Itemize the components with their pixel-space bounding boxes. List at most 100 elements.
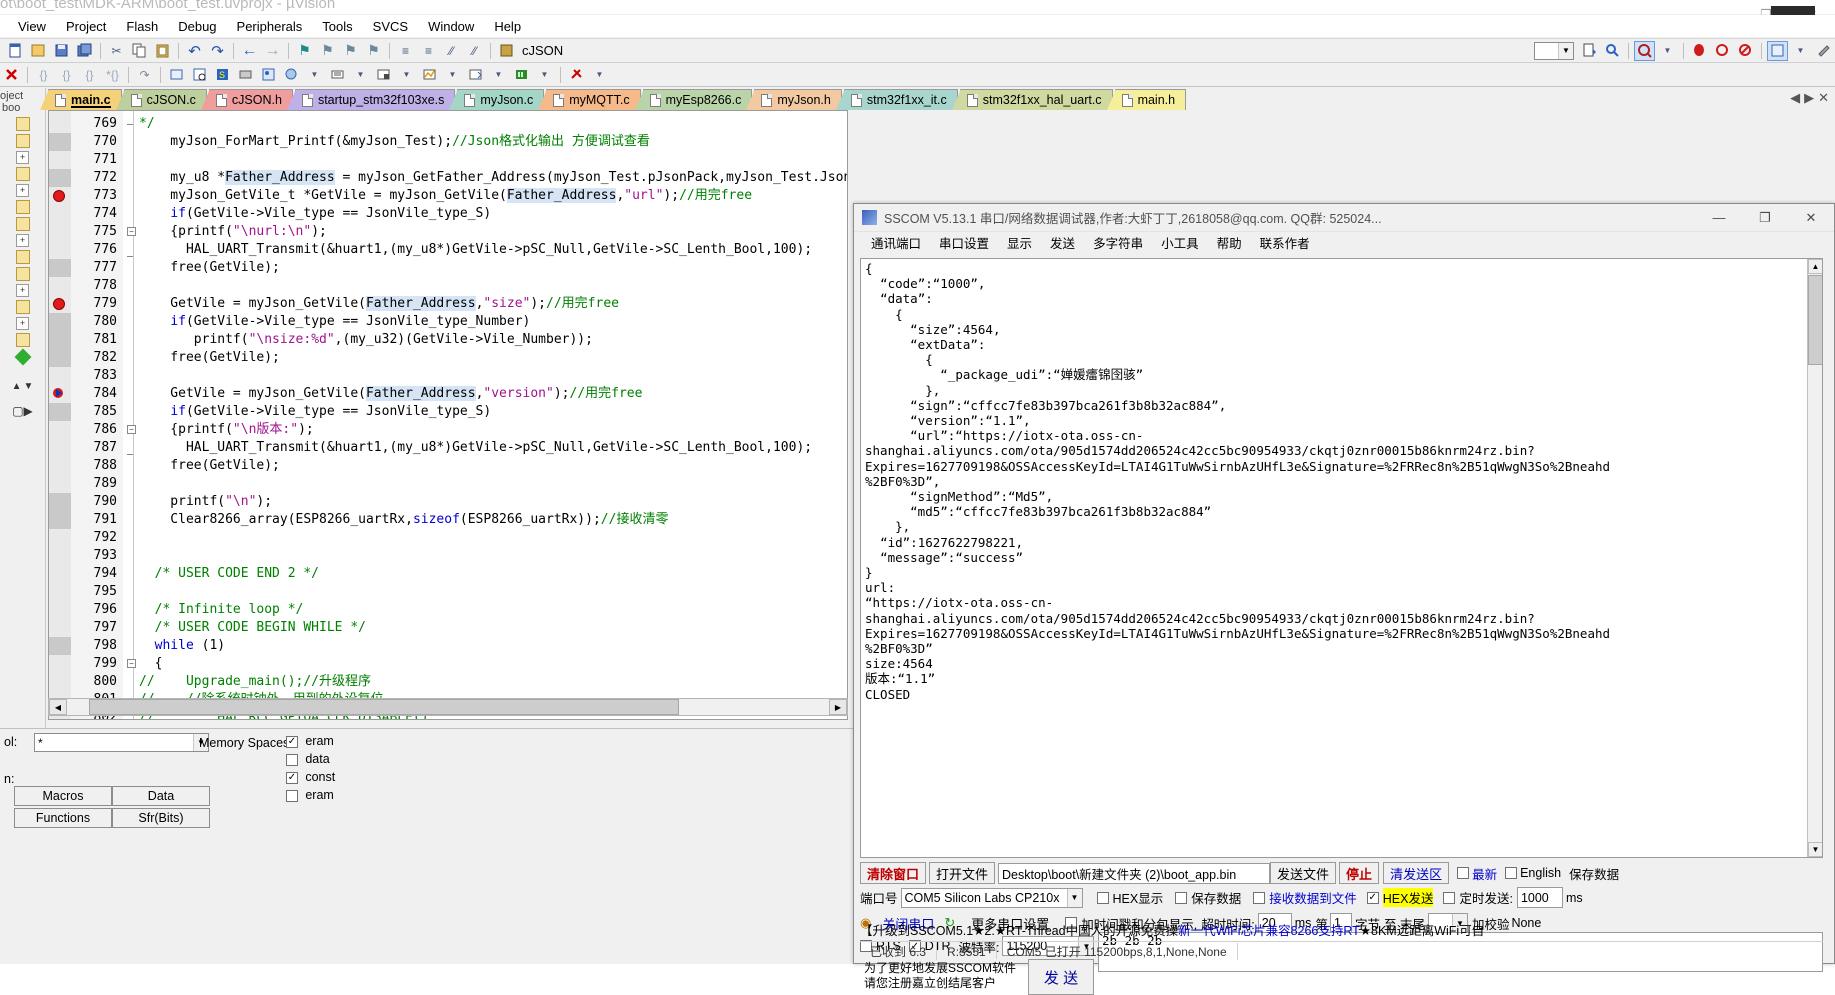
checkbox-icon-timed-send[interactable] bbox=[1443, 891, 1456, 904]
folder-icon[interactable] bbox=[15, 250, 30, 264]
open-file-button[interactable]: 打开文件 bbox=[929, 862, 996, 884]
menu-flash[interactable]: Flash bbox=[116, 17, 168, 36]
comment-lines-icon[interactable]: ⁄⁄ bbox=[441, 41, 462, 61]
editor-tab-myjson-c[interactable]: myJson.c bbox=[449, 89, 545, 110]
expand-icon[interactable]: + bbox=[16, 151, 29, 164]
tab-scroll-right-icon[interactable]: ▶ bbox=[1804, 90, 1814, 106]
memory-dropdown-icon[interactable]: ▼ bbox=[350, 65, 371, 85]
target-options-icon[interactable] bbox=[1579, 41, 1600, 61]
code-text-area[interactable]: */ myJson_ForMart_Printf(&myJson_Test);/… bbox=[123, 111, 847, 719]
configure-icon[interactable] bbox=[1813, 41, 1834, 61]
timed-send-input[interactable]: 1000 bbox=[1516, 887, 1563, 908]
uncomment-lines-icon[interactable]: ⁄⁄ bbox=[464, 41, 485, 61]
checkbox-icon[interactable]: ✓ bbox=[286, 735, 298, 748]
trace-dropdown-icon[interactable]: ▼ bbox=[488, 65, 509, 85]
sscom-menu-contact-author[interactable]: 联系作者 bbox=[1251, 233, 1319, 252]
scrollbar-thumb[interactable] bbox=[1808, 275, 1822, 365]
send-file-button[interactable]: 发送文件 bbox=[1270, 862, 1337, 884]
save-icon[interactable] bbox=[51, 41, 72, 61]
open-file-icon[interactable] bbox=[28, 41, 49, 61]
target-selector[interactable]: ▼ bbox=[1534, 41, 1574, 60]
scroll-down-icon[interactable]: ▼ bbox=[24, 381, 34, 392]
editor-tab-main-c[interactable]: main.c bbox=[40, 89, 122, 110]
bookmark-window-icon[interactable] bbox=[1767, 40, 1788, 61]
redo-icon[interactable]: ↷ bbox=[207, 41, 228, 61]
sscom-maximize-button[interactable]: ❐ bbox=[1742, 204, 1788, 231]
folder-icon[interactable] bbox=[15, 333, 30, 347]
send-button[interactable]: 发 送 bbox=[1028, 959, 1094, 995]
paste-icon[interactable] bbox=[152, 41, 173, 61]
memory-option-data[interactable]: data bbox=[286, 752, 330, 766]
editor-tab-mymqtt-c[interactable]: myMQTT.c bbox=[538, 89, 641, 110]
symbols-window-icon[interactable]: S bbox=[212, 65, 233, 85]
checkbox-icon-save-data[interactable] bbox=[1175, 891, 1188, 904]
step-over-icon[interactable]: {} bbox=[56, 65, 77, 85]
tab-scroll-left-icon[interactable]: ◀ bbox=[1790, 90, 1800, 106]
watch-dropdown-icon[interactable]: ▼ bbox=[304, 65, 325, 85]
memory-option-const[interactable]: ✓ const bbox=[286, 770, 335, 784]
menu-svcs[interactable]: SVCS bbox=[363, 17, 418, 36]
menu-help[interactable]: Help bbox=[484, 17, 531, 36]
scroll-down-icon[interactable]: ▼ bbox=[1808, 842, 1822, 857]
trace-window-icon[interactable] bbox=[465, 65, 486, 85]
indent-decrease-icon[interactable]: ≡ bbox=[418, 41, 439, 61]
editor-tab-main-h[interactable]: main.h bbox=[1106, 89, 1187, 110]
bookmark-toggle-icon[interactable]: ⚑ bbox=[294, 41, 315, 61]
folder-icon[interactable] bbox=[15, 167, 30, 181]
sscom-close-button[interactable]: ✕ bbox=[1788, 204, 1834, 231]
folder-icon[interactable] bbox=[15, 267, 30, 281]
project-root-node[interactable]: boo bbox=[0, 102, 45, 114]
scroll-right-icon[interactable]: ▶ bbox=[829, 699, 847, 715]
project-books-icon[interactable]: ▢▶ bbox=[0, 404, 45, 418]
step-out-icon[interactable]: {} bbox=[79, 65, 100, 85]
scroll-up-icon[interactable]: ▲ bbox=[12, 381, 22, 392]
checkbox-icon[interactable] bbox=[286, 753, 298, 766]
checkbox-icon-newest[interactable] bbox=[1457, 867, 1470, 879]
debug-session-icon[interactable] bbox=[1634, 40, 1655, 61]
expand-icon[interactable]: + bbox=[16, 234, 29, 247]
expand-icon[interactable]: + bbox=[16, 317, 29, 330]
sscom-console-scrollbar[interactable]: ▲ ▼ bbox=[1807, 259, 1822, 857]
editor-tab-stm32f1xx-it-c[interactable]: stm32f1xx_it.c bbox=[835, 89, 958, 110]
call-stack-window-icon[interactable] bbox=[258, 65, 279, 85]
tab-data[interactable]: Data bbox=[112, 786, 210, 806]
menu-window[interactable]: Window bbox=[418, 17, 484, 36]
editor-tab-startup-s[interactable]: startup_stm32f103xe.s bbox=[286, 89, 456, 110]
disable-breakpoint-icon[interactable] bbox=[1712, 41, 1733, 61]
promo-link[interactable]: 新一代WiFi芯片兼容8266支持RT bbox=[1178, 924, 1360, 938]
scroll-left-icon[interactable]: ◀ bbox=[49, 699, 67, 715]
system-viewer-dropdown-icon[interactable]: ▼ bbox=[534, 65, 555, 85]
new-file-icon[interactable] bbox=[5, 41, 26, 61]
save-all-icon[interactable] bbox=[74, 41, 95, 61]
debug-dropdown-icon[interactable]: ▼ bbox=[1657, 41, 1678, 61]
folder-icon[interactable] bbox=[15, 300, 30, 314]
toolbox-dropdown-icon[interactable]: ▼ bbox=[589, 65, 610, 85]
toolbox-icon[interactable] bbox=[566, 65, 587, 85]
bookmark-next-icon[interactable]: ⚑ bbox=[340, 41, 361, 61]
disassembly-window-icon[interactable] bbox=[189, 65, 210, 85]
kill-all-breakpoints-icon[interactable] bbox=[1735, 41, 1756, 61]
expand-icon[interactable]: + bbox=[16, 284, 29, 297]
sscom-menu-multi-string[interactable]: 多字符串 bbox=[1084, 233, 1152, 252]
folder-icon[interactable] bbox=[15, 117, 30, 131]
sscom-menu-tools[interactable]: 小工具 bbox=[1152, 233, 1208, 252]
command-window-icon[interactable] bbox=[166, 65, 187, 85]
stop-button[interactable]: 停止 bbox=[1339, 862, 1380, 884]
chevron-down-icon[interactable]: ▼ bbox=[1558, 42, 1573, 59]
memory-window-icon[interactable] bbox=[327, 65, 348, 85]
sscom-menu-display[interactable]: 显示 bbox=[998, 233, 1041, 252]
fold-collapse-icon[interactable]: − bbox=[127, 659, 136, 668]
editor-tab-myesp8266-c[interactable]: myEsp8266.c bbox=[634, 89, 753, 110]
editor-tab-cjson-h[interactable]: cJSON.h bbox=[200, 89, 293, 110]
step-into-icon[interactable]: {} bbox=[33, 65, 54, 85]
show-next-statement-icon[interactable]: ↷ bbox=[134, 65, 155, 85]
tab-functions[interactable]: Functions bbox=[14, 808, 112, 828]
tab-sfrbits[interactable]: Sfr(Bits) bbox=[112, 808, 210, 828]
folder-icon[interactable] bbox=[15, 217, 30, 231]
bookmark-clear-icon[interactable]: ⚑ bbox=[363, 41, 384, 61]
checkbox-icon-english[interactable] bbox=[1505, 867, 1518, 879]
window-dropdown-icon[interactable]: ▼ bbox=[1790, 41, 1811, 61]
navigate-forward-icon[interactable]: → bbox=[262, 41, 283, 61]
editor-tab-stm32f1xx-hal-uart-c[interactable]: stm32f1xx_hal_uart.c bbox=[951, 89, 1113, 110]
command-input[interactable]: * ▼ bbox=[34, 733, 209, 752]
